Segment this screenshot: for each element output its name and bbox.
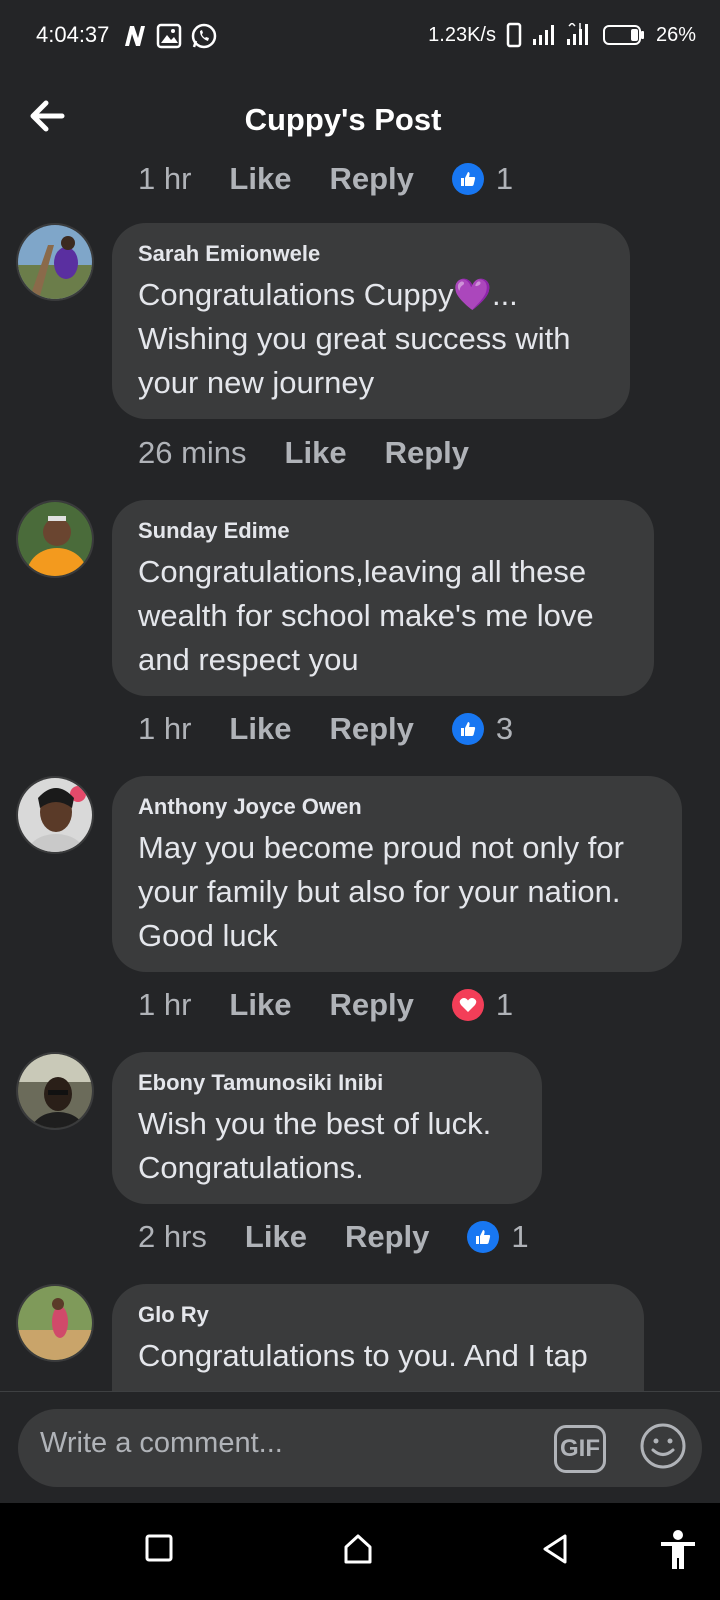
emoji-button[interactable] [638,1421,688,1471]
reaction-count: 1 [511,1219,529,1254]
square-icon [145,1534,173,1562]
reaction-count: 3 [495,711,514,746]
reply-button[interactable]: Reply [329,987,413,1023]
signal-icon [532,25,554,45]
like-button[interactable]: Like [285,435,347,471]
accessibility-button[interactable] [658,1529,698,1576]
avatar[interactable] [16,776,94,854]
comment-feed[interactable]: 1 hr Like Reply 1 Sarah Emionwele Congra… [0,155,720,1392]
status-bar: 4:04:37 1.23K/s 26% [0,0,720,72]
like-button[interactable]: Like [229,987,291,1023]
reaction-summary[interactable]: 1 [467,1219,529,1255]
avatar[interactable] [16,223,94,301]
comment-time: 1 hr [138,711,192,746]
like-button[interactable]: Like [229,161,291,197]
phone-vibrate-icon [506,22,522,48]
recent-apps-button[interactable] [144,1533,174,1568]
signal-4g-icon [566,23,588,45]
reply-button[interactable]: Reply [329,161,413,197]
gallery-icon [156,23,182,49]
comment-time: 26 mins [138,435,247,470]
home-button[interactable] [342,1533,374,1570]
header: Cuppy's Post [0,80,720,160]
comment-meta-row: 2 hrs Like Reply 1 [138,1213,529,1261]
comment-text-line: Congratulations. [138,1150,364,1185]
avatar[interactable] [16,1052,94,1130]
comment-text-line: Congratulations Cuppy💜... [138,277,518,312]
reply-button[interactable]: Reply [345,1219,429,1255]
reaction-count: 1 [495,161,514,196]
status-notification-icons [122,22,218,50]
page-title: Cuppy's Post [244,102,442,137]
comment-meta-row: 1 hr Like Reply 1 [138,155,513,203]
like-reaction-icon [451,163,484,195]
comment-input-placeholder[interactable]: Write a comment... [40,1427,283,1460]
battery-percent: 26% [655,23,696,46]
comment-text-line: Congratulations to you. And I tap [138,1338,588,1373]
home-icon [344,1534,372,1564]
comment-text-line: Wish you the best of luck. [138,1106,492,1141]
accessibility-icon [661,1530,695,1569]
comment-text-line: wealth for school make's me love [138,598,594,633]
comment-bubble: Anthony Joyce Owen May you become proud … [112,776,682,972]
avatar[interactable] [16,500,94,578]
comment-bubble: Glo Ry Congratulations to you. And I tap [112,1284,644,1392]
network-speed: 1.23K/s [428,23,496,46]
battery-icon [602,25,644,45]
like-reaction-icon [451,713,484,745]
comment-bubble: Sunday Edime Congratulations,leaving all… [112,500,654,696]
system-nav-bar [0,1503,720,1600]
avatar[interactable] [16,1284,94,1362]
comment-author[interactable]: Glo Ry [138,1302,618,1328]
comment-text-line: your family but also for your nation. [138,874,621,909]
comment-author[interactable]: Anthony Joyce Owen [138,794,656,820]
comment-meta-row: 1 hr Like Reply 1 [138,981,513,1029]
comment-time: 2 hrs [138,1219,207,1254]
comment-bubble: Sarah Emionwele Congratulations Cuppy💜..… [112,223,630,419]
comment-bubble: Ebony Tamunosiki Inibi Wish you the best… [112,1052,542,1204]
comment-author[interactable]: Sarah Emionwele [138,241,604,267]
comment-time: 1 hr [138,161,192,196]
comment-text-line: Good luck [138,918,278,953]
comment-input-field[interactable]: Write a comment... GIF [18,1409,702,1487]
comment-text-line: May you become proud not only for [138,830,624,865]
reply-button[interactable]: Reply [329,711,413,747]
whatsapp-icon [191,23,217,49]
smiley-icon [640,1423,686,1469]
status-time: 4:04:37 [36,22,110,47]
comment-text-line: Wishing you great success with [138,321,571,356]
comment-author[interactable]: Sunday Edime [138,518,628,544]
comment-text-line: Congratulations,leaving all these [138,554,587,589]
like-button[interactable]: Like [245,1219,307,1255]
comment-author[interactable]: Ebony Tamunosiki Inibi [138,1070,516,1096]
like-reaction-icon [467,1221,500,1253]
gif-button[interactable]: GIF [554,1425,606,1473]
love-reaction-icon [451,989,484,1021]
like-button[interactable]: Like [229,711,291,747]
comment-meta-row: 1 hr Like Reply 3 [138,705,513,753]
reaction-summary[interactable]: 3 [451,711,514,747]
reaction-summary[interactable]: 1 [451,161,514,197]
reaction-summary[interactable]: 1 [451,987,514,1023]
comment-meta-row: 26 mins Like Reply [138,429,507,477]
triangle-back-icon [543,1534,567,1564]
reply-button[interactable]: Reply [385,435,469,471]
comment-text-line: your new journey [138,365,375,400]
comment-time: 1 hr [138,987,192,1022]
reaction-count: 1 [495,987,514,1022]
comment-composer-bar: Write a comment... GIF [0,1391,720,1503]
status-system-icons: 1.23K/s 26% [428,22,696,48]
comment-text-line: and respect you [138,642,359,677]
back-nav-button[interactable] [540,1533,572,1570]
n-app-icon [125,26,145,46]
